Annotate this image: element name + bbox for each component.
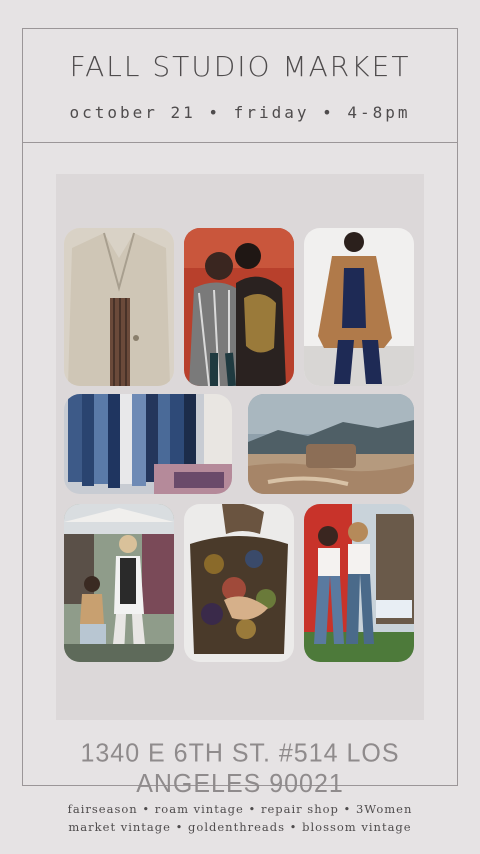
vendor-list: fairseason • roam vintage • repair shop … [0,800,480,836]
two-women-red-backdrop-photo [184,228,294,386]
two-women-market-photo [304,504,414,662]
camel-coat-photo [304,228,414,386]
event-address: 1340 E 6TH ST. #514 LOS ANGELES 90021 [80,738,400,799]
linen-blazer-photo [64,228,174,386]
vendor-list-line-2: market vintage • goldenthreads • blossom… [68,820,412,834]
denim-rack-photo [64,394,232,494]
event-date-time: october 21 • friday • 4-8pm [69,103,411,122]
desert-landscape-photo [248,394,414,494]
vendor-list-line-1: fairseason • roam vintage • repair shop … [67,802,413,816]
market-stall-photo [64,504,174,662]
printed-top-photo [184,504,294,662]
header-divider [22,142,458,143]
poster-title: FALL STUDIO MARKET [69,50,411,83]
